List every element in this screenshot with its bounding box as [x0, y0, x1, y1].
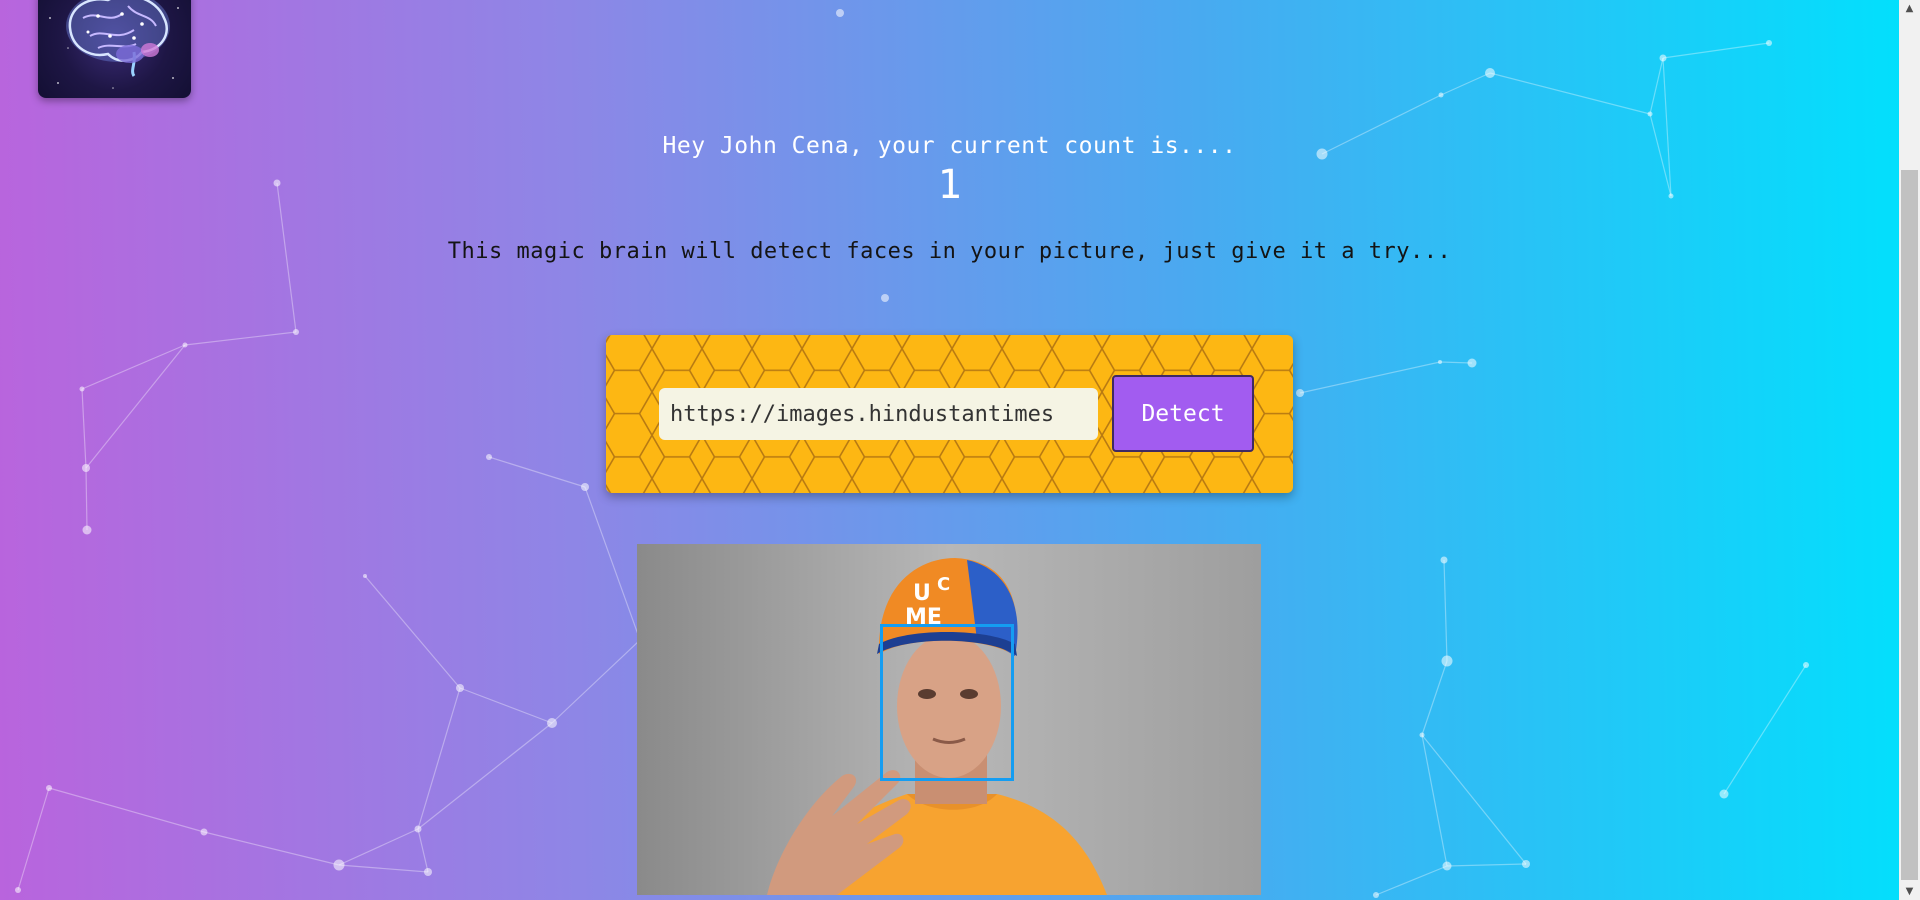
- greeting-text: Hey John Cena, your current count is....: [662, 133, 1237, 159]
- svg-text:U: U: [913, 581, 931, 606]
- triangle-up-icon[interactable]: ▲: [1899, 0, 1920, 17]
- image-url-form: Detect: [606, 335, 1293, 493]
- svg-text:C: C: [937, 574, 950, 595]
- face-detection-image: U C ME: [637, 544, 1261, 895]
- vertical-scrollbar[interactable]: ▲ ▼: [1899, 0, 1920, 900]
- scrollbar-thumb[interactable]: [1901, 170, 1918, 880]
- brain-icon: [49, 0, 179, 89]
- entry-count: 1: [937, 162, 962, 208]
- brain-logo[interactable]: [38, 0, 191, 98]
- detect-button[interactable]: Detect: [1112, 375, 1254, 452]
- image-url-input[interactable]: [659, 388, 1098, 440]
- page-subtitle: This magic brain will detect faces in yo…: [447, 239, 1452, 264]
- face-bounding-box: [880, 624, 1014, 781]
- triangle-down-icon[interactable]: ▼: [1899, 883, 1920, 900]
